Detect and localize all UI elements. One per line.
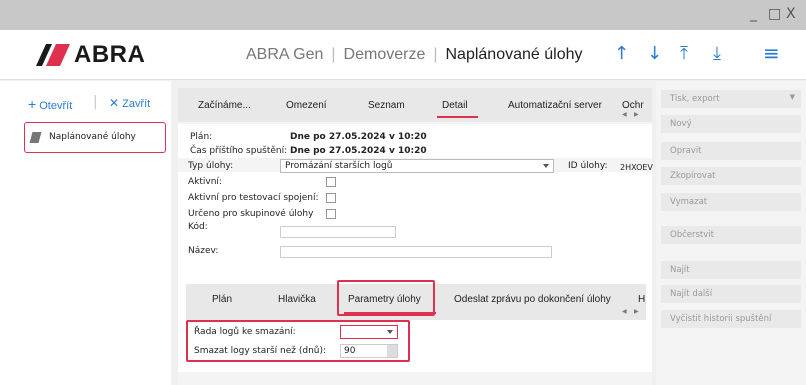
subtab-plan[interactable]: Plán (212, 294, 232, 305)
arrow-down-icon[interactable]: ↓ (647, 43, 662, 64)
title-bar: _ □ X (0, 0, 806, 30)
breadcrumb-item[interactable]: ABRA Gen (246, 46, 323, 63)
copy-button[interactable]: Zkopírovat (661, 167, 801, 185)
active-test-checkbox[interactable] (326, 193, 336, 203)
edit-button[interactable]: Opravit (661, 142, 801, 160)
open-button[interactable]: + Otevřít (28, 96, 72, 112)
new-button[interactable]: Nový (661, 115, 801, 133)
spinner-icon[interactable] (387, 345, 397, 357)
main-tabs: Začínáme... Omezení Seznam Detail Automa… (178, 88, 652, 122)
plan-summary: Plán: Dne po 27.05.2024 v 10:20 Čas příš… (178, 124, 652, 158)
tab-omezeni[interactable]: Omezení (286, 100, 327, 111)
divider: | (93, 94, 98, 110)
find-button[interactable]: Najít (661, 261, 801, 279)
next-run-value: Dne po 27.05.2024 v 10:20 (290, 146, 427, 156)
menu-icon[interactable]: ≡ (763, 41, 780, 65)
actions-panel: Tisk, export ▼ Nový Opravit Zkopírovat V… (656, 81, 806, 385)
active-test-label: Aktivní pro testovací spojení: (188, 193, 319, 203)
type-select[interactable]: Promázání starších logů (280, 159, 554, 173)
subtab-scroll-left-icon[interactable]: ◀ (622, 308, 627, 315)
close-window-button[interactable]: X (786, 6, 796, 22)
next-run-label: Čas příštího spuštění: (190, 146, 288, 156)
abra-logo: ABRA (36, 41, 145, 69)
logo-text: ABRA (74, 41, 146, 68)
agenda-icon (29, 132, 42, 143)
close-icon: ✕ (109, 96, 120, 110)
minimize-button[interactable]: _ (750, 6, 757, 22)
group-label: Určeno pro skupinové úlohy (188, 209, 314, 219)
type-label: Typ úlohy: (188, 161, 234, 171)
breadcrumb-item[interactable]: Demoverze (344, 46, 426, 63)
subtab-scroll-right-icon[interactable]: ▶ (634, 308, 639, 315)
detail-panel: Začínáme... Omezení Seznam Detail Automa… (178, 88, 653, 385)
plus-icon: + (28, 96, 37, 112)
chevron-down-icon: ▼ (789, 93, 795, 101)
page-title: Naplánované úlohy (445, 46, 583, 63)
arrow-up-icon[interactable]: ↑ (614, 43, 629, 64)
plan-value: Dne po 27.05.2024 v 10:20 (290, 132, 427, 142)
arrow-to-top-icon[interactable]: ⤒ (680, 43, 688, 64)
subtab-h[interactable]: H (638, 294, 645, 305)
maximize-button[interactable]: □ (768, 6, 781, 22)
tab-detail[interactable]: Detail (442, 100, 468, 111)
subtab-hlavicka[interactable]: Hlavička (278, 294, 316, 305)
tab-ochrana[interactable]: Ochr (622, 100, 644, 111)
list-item[interactable]: Naplánované úlohy (24, 122, 166, 153)
find-next-button[interactable]: Najít další (661, 285, 801, 303)
refresh-button[interactable]: Občerstvit (661, 226, 801, 244)
group-checkbox[interactable] (326, 209, 336, 219)
active-label: Aktivní: (188, 177, 222, 187)
id-label: ID úlohy: (568, 161, 608, 171)
clear-history-button[interactable]: Vyčistit historii spuštění (661, 310, 801, 328)
app-header: ABRA ABRA Gen | Demoverze | Naplánované úloh… (0, 30, 806, 80)
tab-scroll-right-icon[interactable]: ▶ (634, 111, 639, 118)
subtab-odeslat-zpravu[interactable]: Odeslat zprávu po dokončení úlohy (454, 294, 611, 305)
delete-button[interactable]: Vymazat (661, 193, 801, 211)
highlight-subtab (337, 280, 435, 316)
chevron-down-icon (387, 330, 393, 334)
name-field[interactable] (280, 246, 552, 258)
active-tab-indicator (437, 116, 478, 118)
name-label: Název: (188, 246, 219, 256)
older-than-label: Smazat logy starší než (dnů): (194, 346, 327, 356)
abra-logo-icon (36, 44, 70, 66)
tab-seznam[interactable]: Seznam (368, 100, 405, 111)
tab-automatizacni-server[interactable]: Automatizační server (508, 100, 602, 111)
series-select[interactable] (340, 325, 398, 339)
arrow-to-bottom-icon[interactable]: ⤓ (713, 43, 721, 64)
id-value: 2HXOEV (620, 163, 653, 172)
code-label: Kód: (188, 222, 208, 232)
tab-scroll-left-icon[interactable]: ◀ (622, 111, 627, 118)
older-than-field[interactable]: 90 (340, 344, 398, 358)
chevron-down-icon (543, 164, 549, 168)
series-label: Řada logů ke smazání: (194, 327, 296, 337)
print-export-button[interactable]: Tisk, export ▼ (661, 90, 801, 108)
code-field[interactable] (280, 226, 396, 238)
tab-zaciname[interactable]: Začínáme... (198, 100, 251, 111)
plan-label: Plán: (190, 132, 213, 142)
breadcrumb: ABRA Gen | Demoverze | Naplánované úlohy (246, 46, 583, 63)
active-checkbox[interactable] (326, 177, 336, 187)
left-panel: + Otevřít | ✕ Zavřít Naplánované úlohy (0, 81, 171, 385)
close-button[interactable]: ✕ Zavřít (109, 96, 150, 110)
